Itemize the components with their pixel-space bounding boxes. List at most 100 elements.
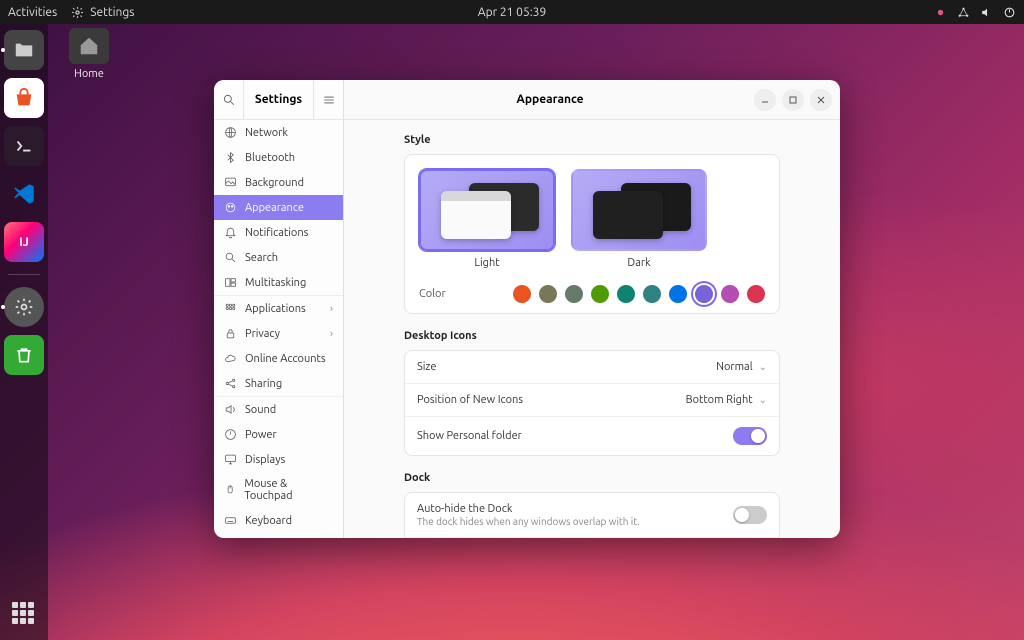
dock-files[interactable] bbox=[4, 30, 44, 70]
accent-color-swatch[interactable] bbox=[565, 285, 583, 303]
accent-color-swatch[interactable] bbox=[643, 285, 661, 303]
dock-heading: Dock bbox=[404, 472, 780, 484]
chevron-down-icon: ⌄ bbox=[759, 394, 767, 406]
volume-icon[interactable] bbox=[980, 6, 993, 19]
accent-color-row: Color bbox=[405, 275, 779, 313]
sidebar-search-button[interactable] bbox=[214, 80, 244, 119]
sidebar-item-label: Bluetooth bbox=[245, 152, 295, 164]
sidebar-item-label: Sharing bbox=[245, 378, 282, 390]
icon-position-label: Position of New Icons bbox=[417, 394, 686, 406]
sidebar-item-displays[interactable]: Displays bbox=[214, 447, 343, 472]
accent-color-swatch[interactable] bbox=[695, 285, 713, 303]
style-option-dark[interactable]: Dark bbox=[571, 169, 707, 269]
accent-color-swatch[interactable] bbox=[721, 285, 739, 303]
power-icon[interactable] bbox=[1003, 6, 1016, 19]
autohide-row: Auto-hide the Dock The dock hides when a… bbox=[405, 493, 779, 538]
accent-color-swatch[interactable] bbox=[513, 285, 531, 303]
dock-intellij[interactable]: IJ bbox=[4, 222, 44, 262]
sidebar-item-network[interactable]: Network bbox=[214, 120, 343, 145]
sidebar-item-applications[interactable]: Applications› bbox=[214, 296, 343, 321]
style-heading: Style bbox=[404, 134, 780, 146]
style-option-light[interactable]: Light bbox=[419, 169, 555, 269]
sidebar-item-search[interactable]: Search bbox=[214, 245, 343, 270]
sidebar-item-notifications[interactable]: Notifications bbox=[214, 220, 343, 245]
chevron-right-icon: › bbox=[330, 328, 333, 340]
background-icon bbox=[224, 176, 237, 189]
sidebar-item-printers[interactable]: Printers bbox=[214, 533, 343, 538]
sidebar-item-multitasking[interactable]: Multitasking bbox=[214, 270, 343, 295]
activities-button[interactable]: Activities bbox=[8, 6, 57, 19]
desktop-home-folder[interactable]: Home bbox=[54, 28, 124, 80]
maximize-button[interactable] bbox=[782, 89, 804, 111]
appearance-icon bbox=[224, 201, 237, 214]
lock-icon bbox=[224, 327, 237, 340]
sidebar-item-label: Sound bbox=[245, 404, 276, 416]
dock-terminal[interactable] bbox=[4, 126, 44, 166]
icon-size-label: Size bbox=[417, 361, 716, 373]
share-icon bbox=[224, 377, 237, 390]
dock-settings[interactable] bbox=[4, 287, 44, 327]
dock-trash[interactable] bbox=[4, 335, 44, 375]
sidebar-item-label: Search bbox=[245, 252, 278, 264]
dock-vscode[interactable] bbox=[4, 174, 44, 214]
show-personal-folder-row: Show Personal folder bbox=[405, 417, 779, 455]
accent-color-swatch[interactable] bbox=[591, 285, 609, 303]
dock-software[interactable] bbox=[4, 78, 44, 118]
sidebar-item-label: Online Accounts bbox=[245, 353, 326, 365]
sidebar-item-privacy[interactable]: Privacy› bbox=[214, 321, 343, 346]
sidebar-item-label: Keyboard bbox=[245, 515, 292, 527]
icon-size-row[interactable]: Size Normal ⌄ bbox=[405, 351, 779, 384]
sidebar-item-appearance[interactable]: Appearance bbox=[214, 195, 343, 220]
sidebar-list: Network Bluetooth Background AppearanceNoti… bbox=[214, 120, 343, 538]
current-app-menu[interactable]: Settings bbox=[71, 6, 134, 19]
sidebar-item-label: Displays bbox=[245, 454, 285, 466]
icon-size-value: Normal bbox=[716, 361, 753, 373]
clock[interactable]: Apr 21 05:39 bbox=[478, 6, 546, 19]
multitask-icon bbox=[224, 276, 237, 289]
sidebar-item-label: Power bbox=[245, 429, 277, 441]
settings-window: Settings NetworkBluetoothBackgroundAppea… bbox=[214, 80, 840, 538]
network-icon[interactable] bbox=[957, 6, 970, 19]
apps-icon bbox=[224, 302, 237, 315]
sidebar-item-label: Multitasking bbox=[245, 277, 306, 289]
sidebar-item-power[interactable]: Power bbox=[214, 422, 343, 447]
close-button[interactable] bbox=[810, 89, 832, 111]
sidebar-item-label: Background bbox=[245, 177, 304, 189]
network-icon bbox=[224, 126, 237, 139]
window-header: Appearance bbox=[344, 80, 840, 120]
sidebar-item-bluetooth[interactable]: Bluetooth bbox=[214, 145, 343, 170]
icon-position-row[interactable]: Position of New Icons Bottom Right ⌄ bbox=[405, 384, 779, 417]
page-title: Appearance bbox=[352, 93, 748, 106]
sidebar-item-background[interactable]: Background bbox=[214, 170, 343, 195]
content-body[interactable]: Style Light bbox=[344, 120, 840, 538]
sidebar-item-mouse-touchpad[interactable]: Mouse & Touchpad bbox=[214, 472, 343, 508]
search-icon bbox=[222, 93, 236, 107]
sidebar-item-sound[interactable]: Sound bbox=[214, 397, 343, 422]
dock: IJ bbox=[0, 24, 48, 640]
accent-color-swatch[interactable] bbox=[617, 285, 635, 303]
sidebar-item-online-accounts[interactable]: Online Accounts bbox=[214, 346, 343, 371]
accent-color-swatch[interactable] bbox=[539, 285, 557, 303]
sound-icon bbox=[224, 403, 237, 416]
dock-separator bbox=[8, 274, 40, 275]
desktop-icons-section: Desktop Icons Size Normal ⌄ Position of … bbox=[404, 330, 780, 456]
style-section: Style Light bbox=[404, 134, 780, 314]
show-personal-toggle[interactable] bbox=[733, 427, 767, 445]
sidebar-item-label: Mouse & Touchpad bbox=[244, 478, 333, 502]
chevron-down-icon: ⌄ bbox=[759, 361, 767, 373]
sidebar-hamburger-button[interactable] bbox=[313, 80, 343, 119]
sidebar-item-keyboard[interactable]: Keyboard bbox=[214, 508, 343, 533]
style-light-label: Light bbox=[474, 257, 499, 269]
status-indicator-icon[interactable] bbox=[934, 6, 947, 19]
accent-color-swatch[interactable] bbox=[669, 285, 687, 303]
autohide-label: Auto-hide the Dock bbox=[417, 503, 512, 515]
show-applications-button[interactable] bbox=[12, 602, 36, 626]
keyboard-icon bbox=[224, 514, 237, 527]
gear-icon bbox=[71, 6, 84, 19]
settings-content: Appearance Style Light bbox=[344, 80, 840, 538]
accent-color-swatch[interactable] bbox=[747, 285, 765, 303]
minimize-button[interactable] bbox=[754, 89, 776, 111]
sidebar-item-sharing[interactable]: Sharing bbox=[214, 371, 343, 396]
autohide-toggle[interactable] bbox=[733, 506, 767, 524]
cloud-icon bbox=[224, 352, 237, 365]
